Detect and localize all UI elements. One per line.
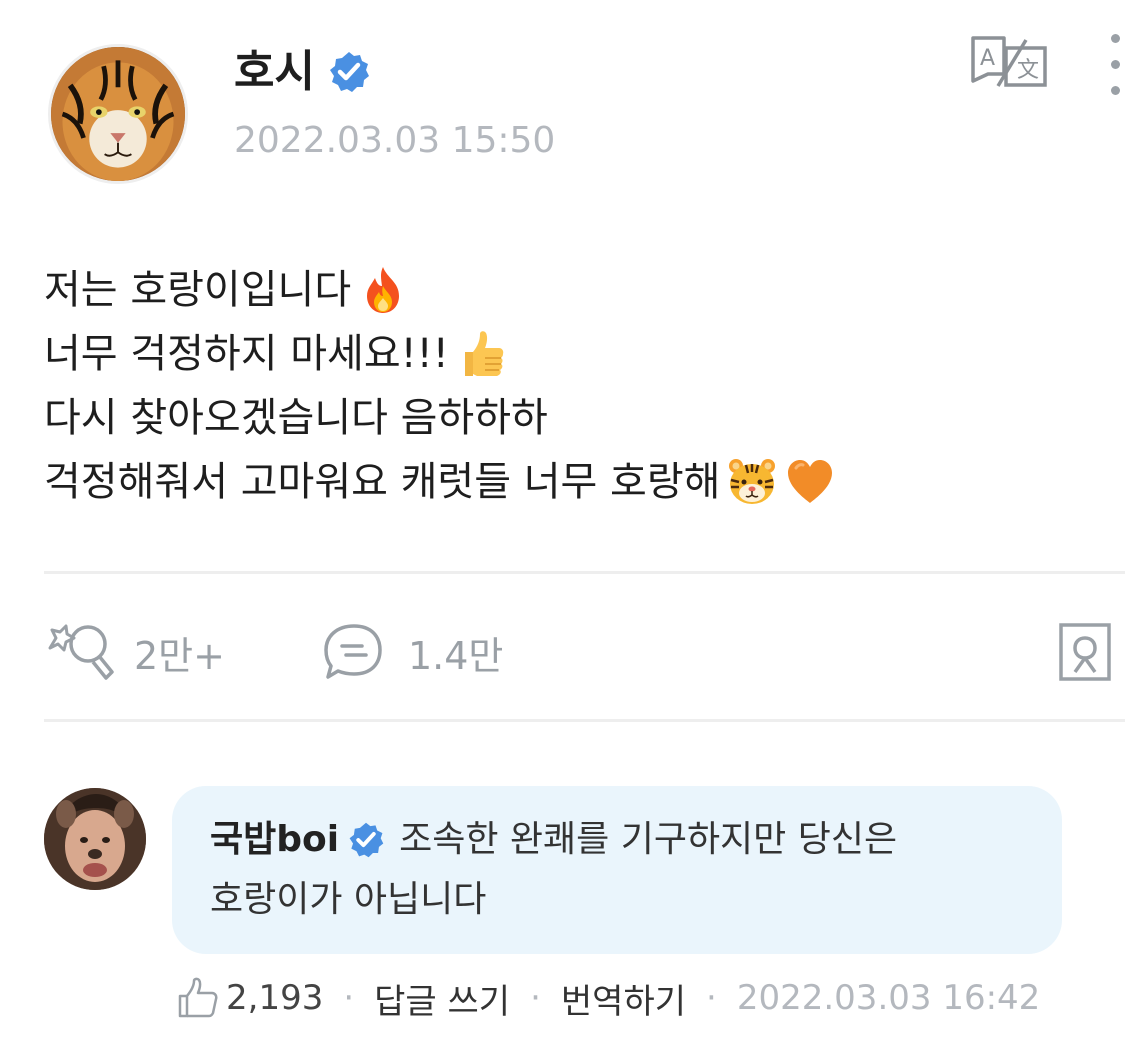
tiger-face-emoji-icon: [726, 456, 778, 508]
more-dot-icon: [1111, 34, 1120, 43]
comment-line: 국밥boi 조속한 완쾌를 기구하지만 당신은: [210, 810, 1028, 870]
translate-button[interactable]: A 文: [968, 34, 1050, 90]
meta-separator: ·: [706, 978, 717, 1018]
meta-separator: ·: [530, 978, 541, 1018]
post-line: 다시 찾아오겠습니다 음하하하: [44, 386, 1104, 450]
comment-meta: 2,193 · 답글 쓰기 · 번역하기 · 2022.03.03 16:42: [176, 970, 1040, 1026]
reply-link[interactable]: 답글 쓰기: [374, 974, 510, 1023]
commenter-name[interactable]: 국밥boi: [210, 810, 399, 870]
comment-button[interactable]: 1.4만: [318, 620, 503, 684]
author-avatar[interactable]: [48, 44, 188, 184]
commenter-avatar-image: [44, 788, 146, 890]
more-dot-icon: [1111, 86, 1120, 95]
comment-like-button[interactable]: 2,193: [176, 976, 323, 1020]
divider: [44, 571, 1125, 574]
orange-heart-emoji-icon: [784, 456, 836, 508]
more-dot-icon: [1111, 60, 1120, 69]
comment-timestamp: 2022.03.03 16:42: [736, 978, 1041, 1018]
meta-separator: ·: [343, 978, 355, 1018]
fire-emoji-icon: [357, 264, 409, 316]
thumbs-up-icon: [176, 976, 220, 1020]
svg-text:A: A: [980, 46, 995, 71]
translate-link[interactable]: 번역하기: [561, 974, 686, 1023]
comment-count: 1.4만: [408, 633, 504, 678]
verified-badge-icon: [327, 50, 371, 94]
divider: [44, 719, 1125, 722]
bookmark-button[interactable]: [1058, 622, 1112, 682]
post-line-text: 걱정해줘서 고마워요 캐럿들 너무 호랑해: [44, 459, 721, 505]
post-line: 너무 걱정하지 마세요!!!: [44, 322, 1104, 386]
verified-badge-icon: [347, 821, 385, 859]
commenter-avatar[interactable]: [44, 788, 146, 890]
post-timestamp: 2022.03.03 15:50: [234, 120, 556, 161]
post-line: 걱정해줘서 고마워요 캐럿들 너무 호랑해: [44, 450, 1104, 514]
tiger-avatar-image: [51, 47, 185, 181]
svg-text:文: 文: [1017, 58, 1039, 83]
comment-text-line-1: 조속한 완쾌를 기구하지만 당신은: [399, 819, 898, 860]
post-line-text: 다시 찾아오겠습니다 음하하하: [44, 395, 548, 441]
reaction-button[interactable]: 2만+: [44, 620, 225, 684]
more-options-button[interactable]: [1098, 30, 1125, 100]
author-name[interactable]: 호시: [234, 44, 371, 100]
bookmark-icon: [1059, 623, 1111, 681]
comment-bubble: 국밥boi 조속한 완쾌를 기구하지만 당신은 호랑이가 아닙니다: [172, 786, 1062, 954]
reaction-count: 2만+: [134, 633, 225, 678]
comment-bubble-icon: [318, 620, 390, 684]
comment-like-count: 2,193: [226, 978, 324, 1018]
thumbs-up-emoji-icon: [455, 328, 507, 380]
translate-icon: A 文: [971, 36, 1047, 87]
post-line-text: 너무 걱정하지 마세요!!!: [44, 331, 449, 377]
comment-text-line-2: 호랑이가 아닙니다: [210, 879, 487, 920]
commenter-name-text[interactable]: 국밥boi: [210, 810, 339, 870]
post-line: 저는 호랑이입니다: [44, 258, 1104, 322]
post-content: 저는 호랑이입니다 너무 걱정하지 마세요!!! 다시 찾아오겠습니다 음하하하…: [44, 258, 1104, 514]
author-name-text[interactable]: 호시: [234, 44, 315, 100]
post-line-text: 저는 호랑이입니다: [44, 267, 352, 313]
reaction-icon: [44, 620, 116, 684]
